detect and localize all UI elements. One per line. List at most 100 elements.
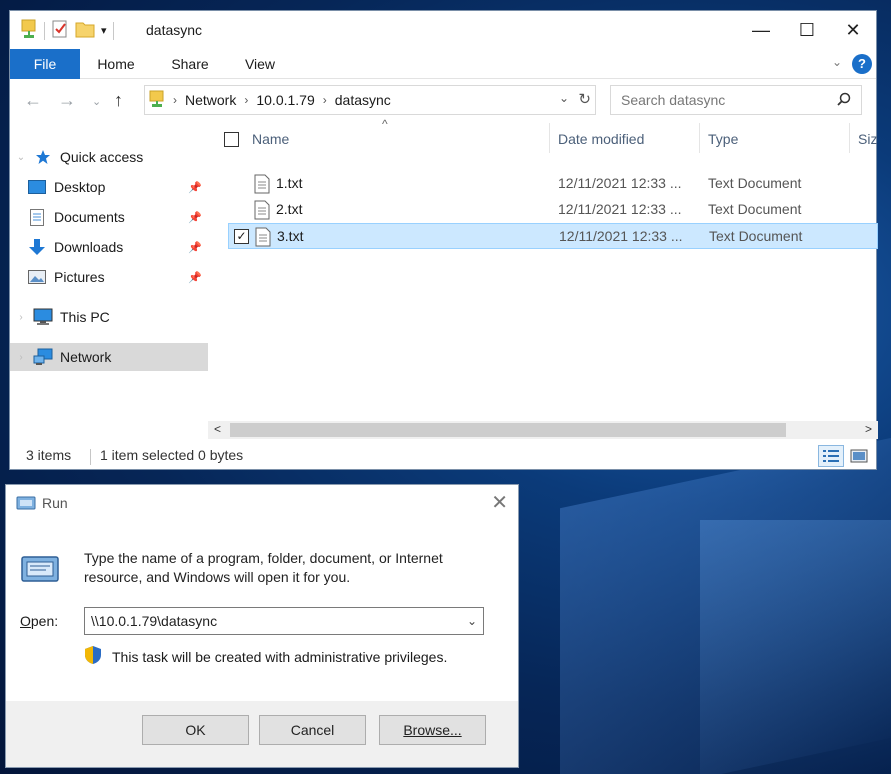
download-arrow-icon [26, 238, 48, 256]
status-separator [90, 449, 91, 465]
large-icons-view-icon[interactable] [846, 445, 872, 467]
breadcrumb-network[interactable]: Network [185, 92, 236, 108]
table-row-selected[interactable]: ✓ 3.txt 12/11/2021 12:33 ... Text Docume… [228, 223, 878, 249]
table-row[interactable]: 1.txt 12/11/2021 12:33 ... Text Document [228, 171, 878, 197]
file-date: 12/11/2021 12:33 ... [558, 175, 682, 191]
up-button[interactable]: ↑ [114, 90, 123, 111]
run-dialog: Run ✕ Type the name of a program, folder… [5, 484, 519, 768]
file-explorer-window: ▾ datasync — ☐ ✕ File Home Share View ⌄ … [9, 10, 878, 470]
file-type: Text Document [709, 228, 803, 244]
run-body: Type the name of a program, folder, docu… [6, 521, 518, 701]
open-dropdown-icon[interactable]: ⌄ [467, 614, 477, 628]
breadcrumb-host[interactable]: 10.0.1.79 [256, 92, 314, 108]
sidebar-item-quick-access[interactable]: ⌄ Quick access [10, 143, 208, 171]
open-combobox[interactable]: ⌄ [84, 607, 484, 635]
window-title: datasync [146, 22, 203, 38]
recent-locations-icon[interactable]: ⌄ [92, 95, 101, 108]
column-header-type[interactable]: Type [708, 123, 738, 155]
column-header-name[interactable]: Name [252, 123, 289, 155]
breadcrumb-folder[interactable]: datasync [335, 92, 391, 108]
sidebar-item-downloads[interactable]: Downloads 📌 [10, 233, 208, 261]
ok-button[interactable]: OK [142, 715, 249, 745]
scroll-right-icon[interactable]: > [865, 422, 872, 436]
file-type: Text Document [708, 175, 802, 191]
column-header-date-modified[interactable]: Date modified [558, 123, 644, 155]
tab-home[interactable]: Home [86, 49, 146, 79]
customize-toolbar-dropdown-icon[interactable]: ▾ [101, 24, 107, 37]
browse-button[interactable]: Browse... [379, 715, 486, 745]
sidebar-item-this-pc[interactable]: › This PC [10, 303, 208, 331]
file-date: 12/11/2021 12:33 ... [558, 201, 682, 217]
column-header-size[interactable]: Size [858, 123, 878, 155]
status-bar: 3 items 1 item selected 0 bytes [10, 443, 876, 469]
open-input[interactable] [85, 608, 455, 634]
navigation-pane: ⌄ Quick access Desktop 📌 Documents 📌 Dow [10, 123, 208, 435]
maximize-button[interactable]: ☐ [784, 11, 830, 49]
column-divider[interactable] [849, 123, 850, 153]
table-row[interactable]: 2.txt 12/11/2021 12:33 ... Text Document [228, 197, 878, 223]
pin-icon[interactable]: 📌 [188, 211, 202, 224]
pin-icon[interactable]: 📌 [188, 181, 202, 194]
row-checkbox-checked[interactable]: ✓ [234, 229, 249, 244]
scrollbar-thumb[interactable] [230, 423, 786, 437]
sidebar-item-label: Quick access [60, 149, 144, 165]
help-icon[interactable]: ? [852, 54, 872, 74]
file-list: ^ Name Date modified Type Size 1.txt 12/… [208, 117, 878, 423]
toolbar-separator [44, 21, 45, 40]
refresh-icon[interactable]: ↻ [578, 90, 591, 108]
uac-shield-icon [84, 645, 102, 668]
caption-buttons: — ☐ ✕ [738, 11, 876, 49]
minimize-button[interactable]: — [738, 11, 784, 49]
admin-privileges-note: This task will be created with administr… [84, 645, 447, 668]
ribbon: File Home Share View ⌄ ? [10, 49, 876, 79]
sidebar-item-label: Pictures [54, 269, 105, 285]
tab-share[interactable]: Share [160, 49, 220, 79]
column-divider[interactable] [549, 123, 550, 153]
breadcrumb-separator-icon: › [173, 93, 177, 107]
run-app-icon [16, 494, 36, 515]
search-icon[interactable] [837, 92, 851, 109]
sidebar-item-pictures[interactable]: Pictures 📌 [10, 263, 208, 291]
tab-view[interactable]: View [232, 49, 288, 79]
sidebar-item-desktop[interactable]: Desktop 📌 [10, 173, 208, 201]
cancel-button[interactable]: Cancel [259, 715, 366, 745]
admin-note-text: This task will be created with administr… [112, 648, 448, 665]
quick-access-toolbar: ▾ [20, 19, 114, 42]
search-placeholder: Search datasync [621, 92, 726, 108]
sidebar-item-network[interactable]: › Network [10, 343, 208, 371]
expand-chevron-icon[interactable]: › [10, 352, 32, 363]
sidebar-item-label: Documents [54, 209, 125, 225]
search-box[interactable]: Search datasync [610, 85, 862, 115]
open-label-accelerator: O [20, 613, 31, 629]
expand-ribbon-icon[interactable]: ⌄ [832, 55, 842, 69]
forward-button[interactable]: → [58, 90, 76, 111]
scroll-left-icon[interactable]: < [214, 422, 221, 436]
close-button[interactable]: ✕ [830, 11, 876, 49]
collapse-chevron-icon[interactable]: ⌄ [10, 152, 32, 163]
column-divider[interactable] [699, 123, 700, 153]
horizontal-scrollbar[interactable]: < > [208, 421, 878, 439]
tab-file[interactable]: File [10, 49, 80, 79]
desktop-light-beam [700, 520, 891, 774]
pin-icon[interactable]: 📌 [188, 241, 202, 254]
toolbar-separator [112, 21, 114, 40]
file-type: Text Document [708, 201, 802, 217]
address-bar[interactable]: › Network › 10.0.1.79 › datasync ⌄ ↻ [144, 85, 596, 115]
properties-icon[interactable] [51, 19, 69, 42]
selection-info: 1 item selected 0 bytes [100, 447, 244, 463]
pin-icon[interactable]: 📌 [188, 271, 202, 284]
sidebar-item-documents[interactable]: Documents 📌 [10, 203, 208, 231]
breadcrumb-separator-icon[interactable]: › [323, 93, 327, 107]
expand-chevron-icon[interactable]: › [10, 312, 32, 323]
select-all-checkbox[interactable] [224, 132, 239, 147]
sidebar-item-label: Downloads [54, 239, 124, 255]
open-label: Open: [20, 613, 58, 629]
details-view-icon[interactable] [818, 445, 844, 467]
breadcrumb-separator-icon[interactable]: › [244, 93, 248, 107]
back-button[interactable]: ← [24, 90, 42, 111]
file-name: 2.txt [276, 201, 303, 217]
desktop-folder-icon [26, 178, 48, 196]
close-icon[interactable]: ✕ [491, 490, 508, 515]
address-dropdown-icon[interactable]: ⌄ [559, 91, 569, 105]
new-folder-icon[interactable] [75, 20, 95, 41]
